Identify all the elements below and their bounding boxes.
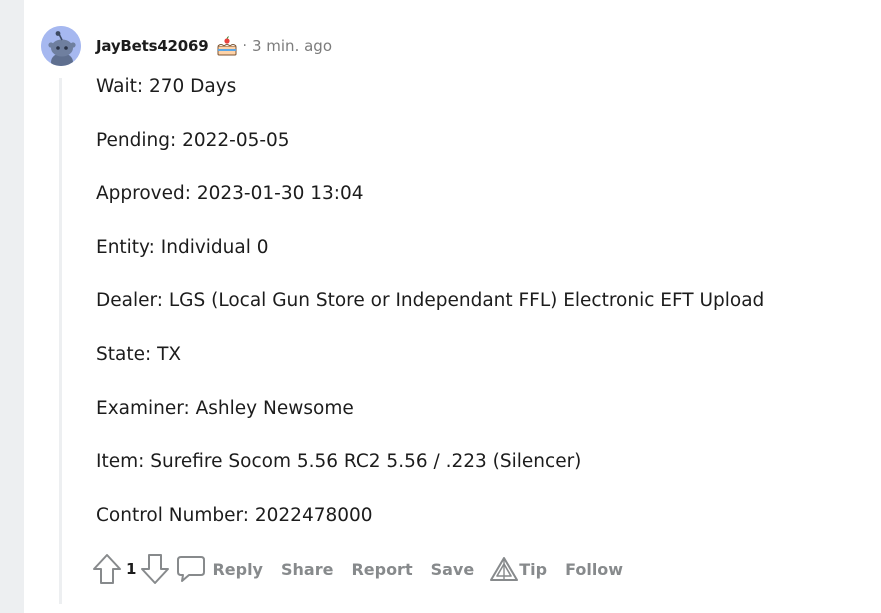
- share-button[interactable]: Share: [272, 551, 342, 587]
- comment-line: Item: Surefire Socom 5.56 RC2 5.56 / .22…: [96, 451, 582, 473]
- comment-line: Control Number: 2022478000: [96, 504, 373, 526]
- downvote-button[interactable]: [138, 551, 172, 587]
- follow-button[interactable]: Follow: [556, 551, 632, 587]
- comment-line: Examiner: Ashley Newsome: [96, 397, 354, 419]
- cake-day-icon: [215, 34, 239, 58]
- username[interactable]: JayBets42069: [96, 37, 209, 55]
- speech-bubble-icon: [174, 551, 208, 587]
- comment-line: Dealer: LGS (Local Gun Store or Independ…: [96, 290, 765, 312]
- triangle-tip-icon: [489, 551, 519, 587]
- upvote-button[interactable]: [90, 551, 124, 587]
- comment-meta: JayBets42069 · 3 min. ago: [96, 34, 332, 58]
- vote-count: 1: [126, 560, 137, 578]
- comment-line: Entity: Individual 0: [96, 236, 269, 258]
- timestamp[interactable]: 3 min. ago: [252, 37, 332, 55]
- left-gutter: [0, 0, 24, 613]
- comment-line: State: TX: [96, 343, 182, 365]
- comment-body: Wait: 270 Days Pending: 2022-05-05 Appro…: [96, 73, 856, 555]
- report-button[interactable]: Report: [342, 551, 421, 587]
- comment-line: Wait: 270 Days: [96, 76, 237, 97]
- arrow-down-icon: [141, 554, 170, 584]
- tip-button[interactable]: Tip: [489, 551, 556, 587]
- comment-line: Pending: 2022-05-05: [96, 129, 290, 151]
- snoo-avatar-icon: [41, 26, 81, 66]
- avatar[interactable]: [41, 26, 81, 66]
- reply-button[interactable]: Reply: [174, 551, 272, 587]
- tip-label: Tip: [519, 559, 548, 579]
- thread-line[interactable]: [59, 78, 62, 604]
- save-button[interactable]: Save: [422, 551, 484, 587]
- comment: JayBets42069 · 3 min. ago Wait: 270 Days…: [24, 0, 881, 613]
- arrow-up-icon: [93, 554, 121, 584]
- reply-label: Reply: [212, 559, 263, 579]
- meta-separator: ·: [242, 38, 247, 54]
- comment-line: Approved: 2023-01-30 13:04: [96, 183, 364, 205]
- comment-actions: 1 Reply Share Report Save Tip Follow: [90, 551, 632, 587]
